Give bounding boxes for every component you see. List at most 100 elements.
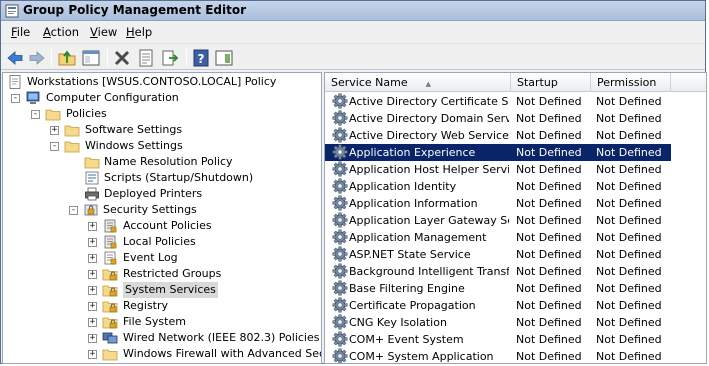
collapse-icon[interactable]: -: [11, 94, 20, 103]
tree-node[interactable]: + Software Settings: [3, 122, 321, 138]
expand-icon[interactable]: +: [88, 270, 97, 279]
collapse-icon[interactable]: -: [69, 206, 78, 215]
window-title: Group Policy Management Editor: [23, 3, 247, 17]
startup-cell: Not Defined: [516, 129, 582, 142]
gpme-app-icon: [5, 4, 19, 18]
table-row[interactable]: Active Directory Web Services Not Defined…: [325, 127, 671, 144]
tree-node-label: Event Log: [123, 251, 178, 264]
tree-node-label: Software Settings: [85, 123, 183, 136]
show-hide-tree-icon[interactable]: [81, 48, 101, 68]
console-tree[interactable]: Workstations [WSUS.CONTOSO.LOCAL] Policy…: [2, 72, 322, 364]
tree-node[interactable]: + Local Policies: [3, 234, 321, 250]
menu-view[interactable]: View: [90, 25, 117, 39]
tree-node-label: Local Policies: [123, 235, 196, 248]
startup-cell: Not Defined: [516, 214, 582, 227]
column-header-permission[interactable]: Permission: [591, 73, 671, 92]
menu-help[interactable]: Help: [126, 25, 152, 39]
service-gear-icon: [332, 229, 348, 245]
table-row[interactable]: Application Layer Gateway Ser... Not Defi…: [325, 212, 671, 229]
table-row[interactable]: Application Host Helper Service Not Defin…: [325, 161, 671, 178]
tree-node[interactable]: + Event Log: [3, 250, 321, 266]
table-row[interactable]: COM+ Event System Not Defined Not Defined: [325, 331, 671, 348]
folder-icon: [64, 141, 80, 153]
expand-icon[interactable]: +: [50, 126, 59, 135]
table-row[interactable]: CNG Key Isolation Not Defined Not Defined: [325, 314, 671, 331]
tree-node-label: Name Resolution Policy: [104, 155, 233, 168]
startup-cell: Not Defined: [516, 350, 582, 363]
table-row[interactable]: Certificate Propagation Not Defined Not De…: [325, 297, 671, 314]
service-name-cell: Application Management: [349, 231, 487, 244]
service-gear-icon: [332, 144, 348, 160]
column-header-service-name[interactable]: Service Name ▲: [325, 73, 511, 92]
permission-cell: Not Defined: [596, 248, 662, 261]
expand-icon[interactable]: +: [88, 334, 97, 343]
menu-file[interactable]: File: [11, 25, 30, 39]
tree-node[interactable]: - Policies: [3, 106, 321, 122]
help-icon[interactable]: ?: [191, 48, 211, 68]
startup-cell: Not Defined: [516, 197, 582, 210]
action-pane-icon[interactable]: [214, 48, 234, 68]
tree-node[interactable]: + Registry: [3, 298, 321, 314]
expand-icon[interactable]: +: [88, 286, 97, 295]
table-row[interactable]: Application Information Not Defined Not De…: [325, 195, 671, 212]
collapse-icon[interactable]: -: [50, 142, 59, 151]
tree-node[interactable]: + System Services: [3, 282, 321, 298]
expand-icon[interactable]: +: [88, 254, 97, 263]
tree-node[interactable]: + Account Policies: [3, 218, 321, 234]
table-row[interactable]: Base Filtering Engine Not Defined Not Defi…: [325, 280, 671, 297]
tree-node-label: Deployed Printers: [104, 187, 203, 200]
table-row[interactable]: Background Intelligent Transfe... Not Def…: [325, 263, 671, 280]
tree-node[interactable]: - Security Settings: [3, 202, 321, 218]
services-list[interactable]: Service Name ▲ Startup Permission Active …: [324, 72, 707, 364]
service-name-cell: Application Host Helper Service: [349, 163, 509, 176]
tree-node-label: Account Policies: [123, 219, 212, 232]
list-header: Service Name ▲ Startup Permission: [325, 73, 706, 92]
column-header-startup[interactable]: Startup: [511, 73, 591, 92]
table-row[interactable]: ASP.NET State Service Not Defined Not Defi…: [325, 246, 671, 263]
tree-node[interactable]: + Restricted Groups: [3, 266, 321, 282]
service-name-cell: COM+ System Application: [349, 350, 494, 363]
table-row[interactable]: COM+ System Application Not Defined Not De…: [325, 348, 671, 363]
permission-cell: Not Defined: [596, 95, 662, 108]
tree-node-label: Registry: [123, 299, 169, 312]
properties-icon[interactable]: [136, 48, 156, 68]
tree-node[interactable]: - Computer Configuration: [3, 90, 321, 106]
toolbar-separator: [51, 49, 52, 66]
tree-node[interactable]: Name Resolution Policy: [3, 154, 321, 170]
back-icon[interactable]: [5, 48, 25, 68]
expand-icon[interactable]: +: [88, 302, 97, 311]
expand-icon[interactable]: +: [88, 318, 97, 327]
table-row[interactable]: Active Directory Domain Services Not Defi…: [325, 110, 671, 127]
tree-node[interactable]: + File System: [3, 314, 321, 330]
tree-node[interactable]: Scripts (Startup/Shutdown): [3, 170, 321, 186]
tree-node[interactable]: Deployed Printers: [3, 186, 321, 202]
service-name-cell: CNG Key Isolation: [349, 316, 447, 329]
permission-cell: Not Defined: [596, 163, 662, 176]
tree-node[interactable]: + Windows Firewall with Advanced Security: [3, 346, 321, 362]
forward-icon[interactable]: [27, 48, 47, 68]
locked-folder-icon: [102, 269, 118, 281]
expand-icon[interactable]: +: [88, 222, 97, 231]
tree-node-label: Scripts (Startup/Shutdown): [104, 171, 254, 184]
delete-icon[interactable]: [112, 48, 132, 68]
table-row[interactable]: Active Directory Certificate Se... Not De…: [325, 93, 671, 110]
service-name-cell: Active Directory Web Services: [349, 129, 509, 142]
tree-node[interactable]: - Windows Settings: [3, 138, 321, 154]
title-bar[interactable]: Group Policy Management Editor: [1, 1, 705, 21]
expand-icon[interactable]: +: [88, 238, 97, 247]
export-list-icon[interactable]: [160, 48, 180, 68]
startup-cell: Not Defined: [516, 299, 582, 312]
expand-icon[interactable]: +: [88, 350, 97, 359]
table-row[interactable]: Application Identity Not Defined Not Defin…: [325, 178, 671, 195]
toolbar-separator: [107, 49, 108, 66]
collapse-icon[interactable]: -: [31, 110, 40, 119]
tree-node[interactable]: Workstations [WSUS.CONTOSO.LOCAL] Policy: [3, 74, 321, 90]
up-folder-icon[interactable]: [57, 48, 77, 68]
startup-cell: Not Defined: [516, 333, 582, 346]
permission-cell: Not Defined: [596, 282, 662, 295]
tree-node[interactable]: + Wired Network (IEEE 802.3) Policies: [3, 330, 321, 346]
tree-node-label: Security Settings: [103, 203, 197, 216]
table-row[interactable]: Application Management Not Defined Not Def…: [325, 229, 671, 246]
menu-action[interactable]: Action: [43, 25, 79, 39]
table-row[interactable]: Application Experience Not Defined Not Def…: [325, 143, 672, 162]
